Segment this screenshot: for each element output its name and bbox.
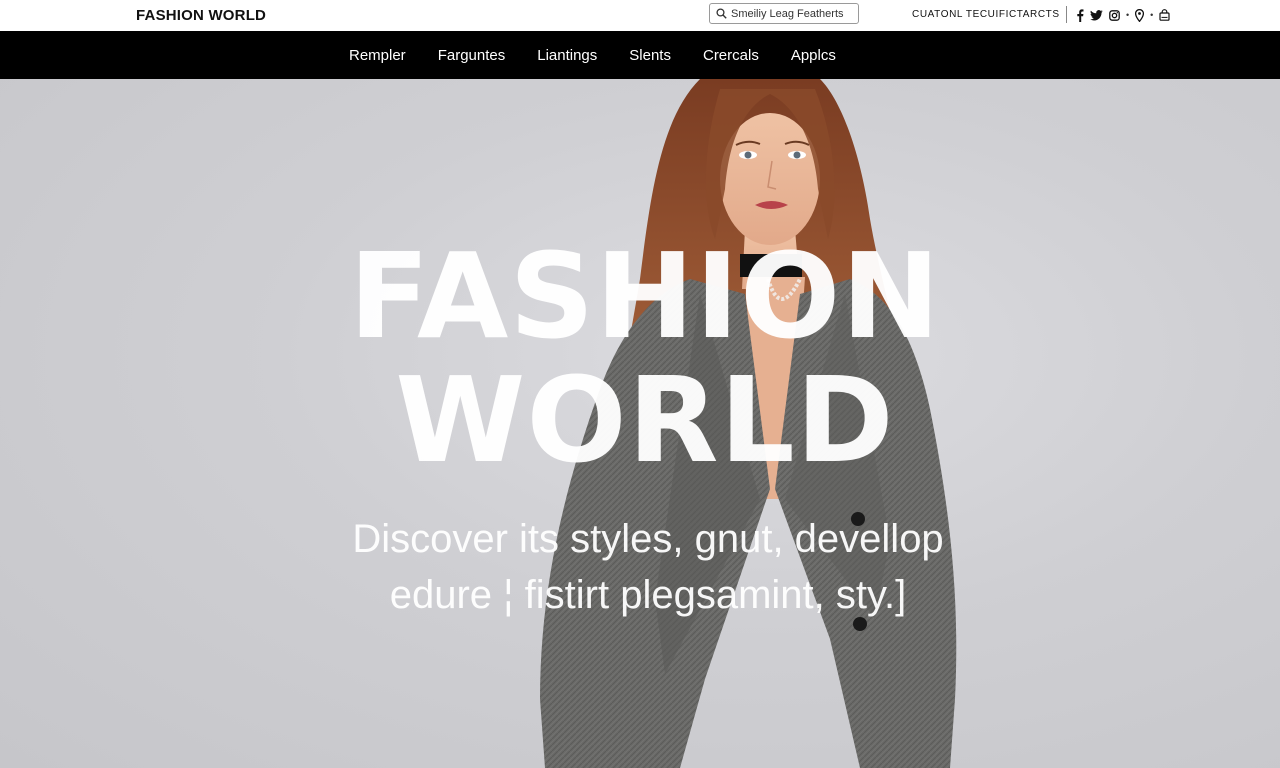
utility-link[interactable]: CUATONL TECUIFICTARCTS bbox=[912, 9, 1060, 20]
nav-item-liantings[interactable]: Liantings bbox=[537, 47, 597, 64]
hero-title-line-2: WORLD bbox=[395, 351, 895, 489]
header-divider bbox=[1066, 6, 1067, 23]
brand-logo[interactable]: FASHION WORLD bbox=[136, 7, 266, 24]
nav-item-applcs[interactable]: Applcs bbox=[791, 47, 836, 64]
search-icon bbox=[716, 8, 727, 19]
separator-dot: • bbox=[1150, 10, 1154, 20]
location-pin-icon[interactable] bbox=[1135, 7, 1145, 23]
search-input[interactable] bbox=[731, 7, 851, 20]
nav-item-farguntes[interactable]: Farguntes bbox=[438, 47, 506, 64]
main-nav: Rempler Farguntes Liantings Slents Crerc… bbox=[0, 31, 1280, 79]
nav-item-rempler[interactable]: Rempler bbox=[349, 47, 406, 64]
separator-dot: • bbox=[1126, 10, 1130, 20]
cart-icon[interactable] bbox=[1159, 7, 1170, 23]
nav-item-crercals[interactable]: Crercals bbox=[703, 47, 759, 64]
search-box[interactable] bbox=[709, 3, 859, 24]
facebook-icon[interactable] bbox=[1076, 7, 1084, 23]
hero-subtitle: Discover its styles, gnut, devellop edur… bbox=[0, 511, 1280, 623]
social-links: • • bbox=[1076, 5, 1170, 25]
hero-banner: FASHION WORLD Discover its styles, gnut,… bbox=[0, 79, 1280, 768]
top-bar: FASHION WORLD CUATONL TECUIFICTARCTS • • bbox=[0, 0, 1280, 32]
hero-subtitle-line-1: Discover its styles, gnut, devellop bbox=[352, 517, 944, 561]
hero-title-line-1: FASHION bbox=[348, 227, 942, 365]
hero-subtitle-line-2: edure ¦ fistirt plegsamint, sty.] bbox=[389, 573, 907, 617]
nav-item-slents[interactable]: Slents bbox=[629, 47, 671, 64]
instagram-icon[interactable] bbox=[1109, 7, 1120, 23]
hero-title: FASHION WORLD bbox=[0, 234, 1280, 482]
twitter-icon[interactable] bbox=[1090, 7, 1103, 23]
